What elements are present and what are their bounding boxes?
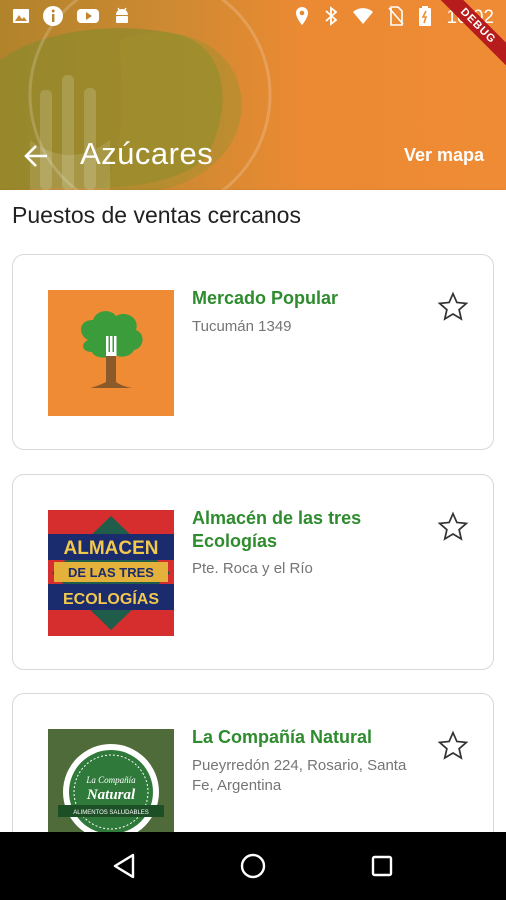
store-name: Mercado Popular (192, 288, 339, 308)
nav-recents-button[interactable] (362, 846, 402, 886)
store-card[interactable]: Mercado Popular Tucumán 1349 (12, 254, 494, 450)
image-icon (12, 7, 30, 30)
store-name: Almacén de las tres Ecologías (192, 508, 362, 551)
store-name: La Compañía Natural (192, 727, 373, 747)
back-button[interactable] (18, 138, 54, 174)
favorite-star-icon[interactable] (437, 291, 469, 323)
nav-home-button[interactable] (233, 846, 273, 886)
tree-fork-logo (81, 311, 143, 388)
logo-text-natural: Natural (86, 787, 136, 803)
bluetooth-icon (324, 5, 338, 31)
logo-text-compania: La Compañía (85, 775, 136, 785)
favorite-star-icon[interactable] (437, 730, 469, 762)
store-address: Pueyrredón 224, Rosario, Santa Fe, Argen… (192, 757, 407, 794)
system-navigation-bar (0, 832, 506, 900)
logo-text-de-las-tres: DE LAS TRES (68, 565, 154, 580)
debug-banner: DEBUG (426, 0, 506, 80)
no-sim-icon (388, 5, 405, 31)
wifi-icon (352, 7, 374, 30)
nav-back-button[interactable] (104, 846, 144, 886)
arrow-back-icon (24, 145, 47, 167)
logo-text-alimentos: ALIMENTOS SALUDABLES (73, 810, 149, 816)
triangle-back-icon (114, 853, 135, 879)
store-thumbnail (48, 290, 174, 416)
info-icon (42, 5, 64, 32)
section-title: Puestos de ventas cercanos (12, 202, 301, 228)
store-address: Pte. Roca y el Río (192, 560, 313, 577)
square-recents-icon (371, 855, 392, 877)
favorite-star-icon[interactable] (437, 511, 469, 543)
location-icon (294, 6, 310, 31)
logo-text-almacen: ALMACEN (64, 538, 159, 559)
store-thumbnail: ALMACEN DE LAS TRES ECOLOGÍAS (48, 510, 174, 636)
circle-home-icon (240, 853, 266, 879)
store-card[interactable]: ALMACEN DE LAS TRES ECOLOGÍAS Almacén de… (12, 474, 494, 670)
page-title: Azúcares (80, 136, 214, 171)
view-map-button[interactable]: Ver mapa (404, 145, 484, 166)
almacen-logo: ALMACEN DE LAS TRES ECOLOGÍAS (48, 516, 174, 630)
logo-text-ecologias: ECOLOGÍAS (63, 589, 159, 608)
android-icon (112, 6, 132, 31)
store-address: Tucumán 1349 (192, 318, 292, 335)
youtube-icon (76, 7, 100, 30)
